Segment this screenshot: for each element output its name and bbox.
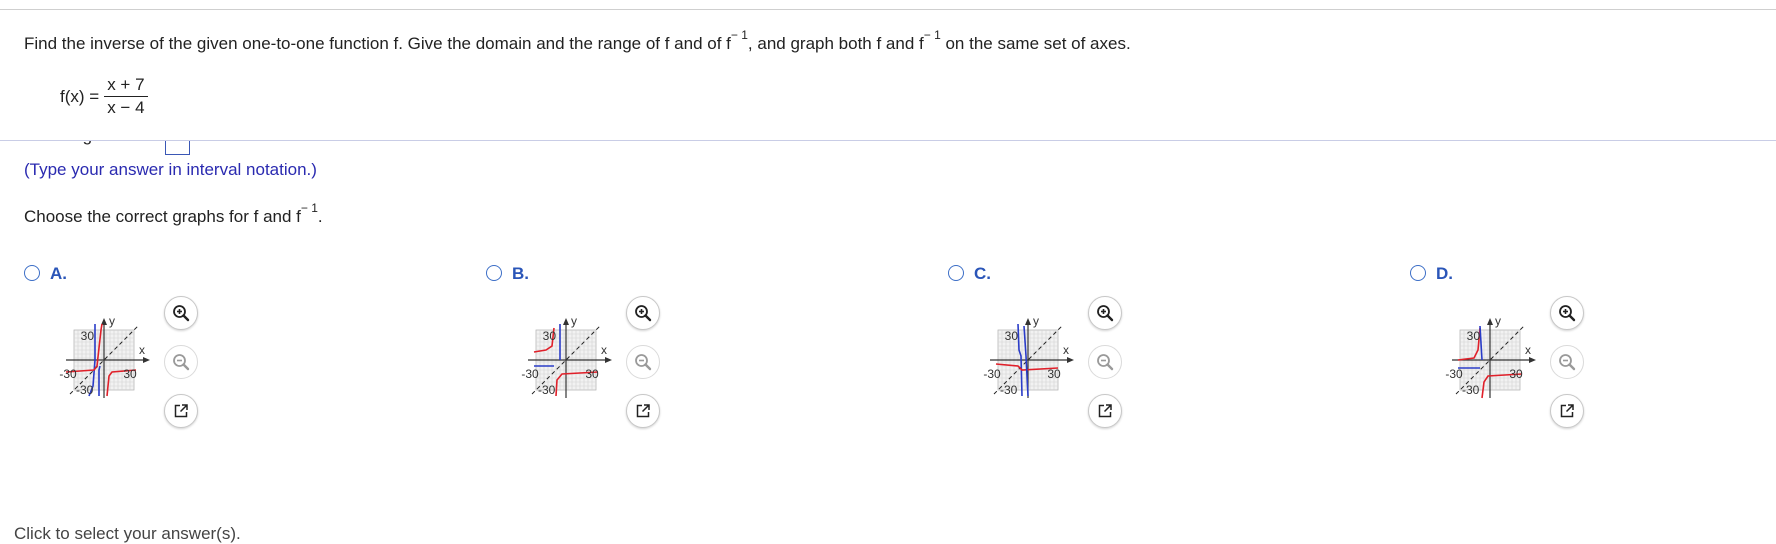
x-axis-label: x <box>1063 343 1069 357</box>
option-a-label[interactable]: A. <box>50 264 67 284</box>
option-b-zoom-in-button[interactable] <box>626 296 660 330</box>
tick-label-top: 30 <box>1005 329 1019 343</box>
tick-label-top: 30 <box>543 329 557 343</box>
option-d-label[interactable]: D. <box>1436 264 1453 284</box>
option-d-open-graph-button[interactable] <box>1550 394 1584 428</box>
tick-label-top: 30 <box>81 329 95 343</box>
option-a-open-graph-button[interactable] <box>164 394 198 428</box>
tick-label-top: 30 <box>1467 329 1481 343</box>
zoom-in-icon <box>172 304 190 322</box>
option-d-zoom-in-button[interactable] <box>1550 296 1584 330</box>
tick-label-bottom: -30 <box>1462 383 1480 397</box>
graph-thumbnail: yx3030-30-30 <box>983 314 1074 398</box>
popout-icon <box>1559 403 1575 419</box>
option-b-graph[interactable]: y x 30 30 -30 -30 <box>512 312 622 422</box>
zoom-in-icon <box>1558 304 1576 322</box>
tick-label-left: -30 <box>983 367 1001 381</box>
answer-option-c[interactable]: C. y x 30 30 -30 -30 <box>948 264 1388 439</box>
answer-option-a[interactable]: A. y x 30 30 -30 -30 <box>24 264 464 439</box>
option-c-graph[interactable]: y x 30 30 -30 -30 <box>974 312 1084 422</box>
tick-label-bottom: -30 <box>1000 383 1018 397</box>
option-a-radio[interactable] <box>24 265 40 281</box>
x-axis-label: x <box>1525 343 1531 357</box>
x-axis-label: x <box>601 343 607 357</box>
y-axis-label: y <box>109 314 115 328</box>
zoom-out-icon <box>172 353 190 371</box>
function-fraction: x + 7 x − 4 <box>104 75 148 117</box>
answer-option-b[interactable]: B. y x 30 30 -30 -30 <box>486 264 926 439</box>
y-axis-label: y <box>571 314 577 328</box>
graph-thumbnail: yx3030-30-30 <box>59 314 150 398</box>
option-b-open-graph-button[interactable] <box>626 394 660 428</box>
zoom-out-icon <box>1558 353 1576 371</box>
tick-label-bottom: -30 <box>538 383 556 397</box>
tick-label-bottom: -30 <box>76 383 94 397</box>
option-c-label[interactable]: C. <box>974 264 991 284</box>
question-header: Find the inverse of the given one-to-one… <box>0 10 1776 141</box>
option-a-zoom-in-button[interactable] <box>164 296 198 330</box>
tick-label-left: -30 <box>521 367 539 381</box>
function-name: f(x) = <box>60 86 100 106</box>
y-axis-label: y <box>1495 314 1501 328</box>
tick-label-right: 30 <box>585 367 599 381</box>
option-d-graph[interactable]: y x 30 30 -30 -30 <box>1436 312 1546 422</box>
zoom-out-icon <box>1096 353 1114 371</box>
question-prompt: Find the inverse of the given one-to-one… <box>24 28 1131 53</box>
option-d-zoom-out-button[interactable] <box>1550 345 1584 379</box>
tick-label-right: 30 <box>123 367 137 381</box>
tick-label-left: -30 <box>59 367 77 381</box>
tick-label-right: 30 <box>1509 367 1523 381</box>
tick-label-left: -30 <box>1445 367 1463 381</box>
option-d-radio[interactable] <box>1410 265 1426 281</box>
zoom-in-icon <box>1096 304 1114 322</box>
x-axis-label: x <box>139 343 145 357</box>
fraction-denominator: x − 4 <box>104 96 148 117</box>
option-b-label[interactable]: B. <box>512 264 529 284</box>
option-a-graph[interactable]: y x 30 30 -30 -30 <box>50 312 160 422</box>
popout-icon <box>173 403 189 419</box>
graph-thumbnail: yx3030-30-30 <box>521 314 612 398</box>
tick-label-right: 30 <box>1047 367 1061 381</box>
fraction-numerator: x + 7 <box>107 75 145 94</box>
graph-thumbnail: yx3030-30-30 <box>1445 314 1536 399</box>
popout-icon <box>1097 403 1113 419</box>
option-c-radio[interactable] <box>948 265 964 281</box>
option-a-zoom-out-button[interactable] <box>164 345 198 379</box>
option-c-zoom-out-button[interactable] <box>1088 345 1122 379</box>
choose-graphs-prompt: Choose the correct graphs for f and f− 1… <box>24 201 323 226</box>
answer-option-d[interactable]: D. y x 30 30 -30 -30 <box>1410 264 1776 439</box>
y-axis-label: y <box>1033 314 1039 328</box>
interval-notation-hint: (Type your answer in interval notation.) <box>24 160 317 179</box>
zoom-in-icon <box>634 304 652 322</box>
option-c-zoom-in-button[interactable] <box>1088 296 1122 330</box>
popout-icon <box>635 403 651 419</box>
function-definition: f(x) = x + 7 x − 4 <box>60 76 148 117</box>
option-b-radio[interactable] <box>486 265 502 281</box>
footer-instruction: Click to select your answer(s). <box>14 524 241 543</box>
option-c-open-graph-button[interactable] <box>1088 394 1122 428</box>
zoom-out-icon <box>634 353 652 371</box>
option-b-zoom-out-button[interactable] <box>626 345 660 379</box>
